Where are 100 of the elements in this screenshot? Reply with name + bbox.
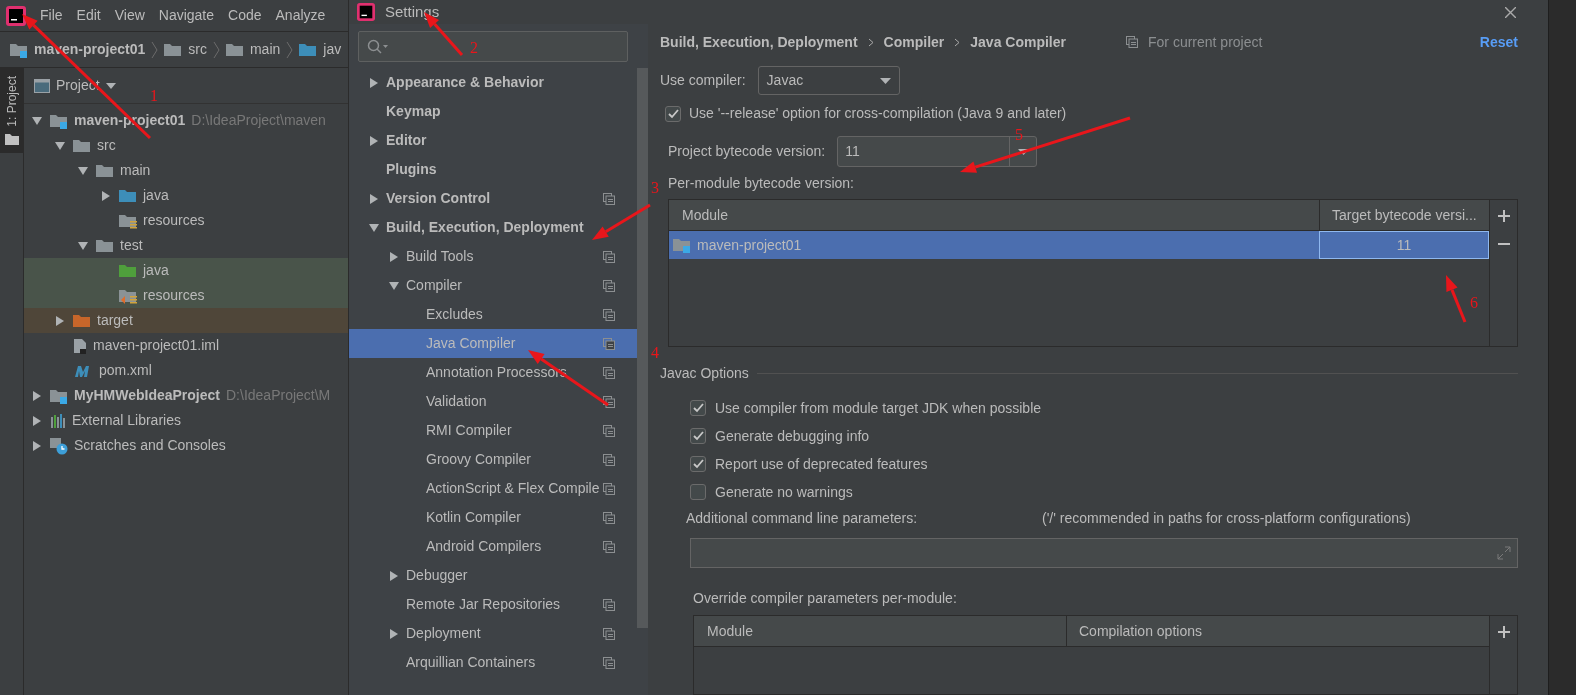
tree-row[interactable]: External Libraries [24,408,348,433]
field-label: Project bytecode version: [668,142,826,161]
tree-row[interactable]: src [24,133,348,158]
reset-link[interactable]: Reset [1479,31,1518,53]
settings-nav-item[interactable]: Build Tools [349,242,637,271]
collapsed-arrow-icon[interactable] [369,193,379,204]
settings-nav-item[interactable]: Excludes [349,300,637,329]
tree-row[interactable]: MyHMWebIdeaProject D:\IdeaProject\M [24,383,348,408]
annotation-arrow [592,203,651,240]
nav-label: Appearance & Behavior [386,73,545,92]
module-folder-icon [50,387,68,404]
settings-nav-item[interactable]: Arquillian Containers [349,648,637,677]
tree-label: main [120,161,151,180]
settings-nav-item[interactable]: Kotlin Compiler [349,503,637,532]
breadcrumb-item[interactable]: main [249,39,281,60]
breadcrumb-item[interactable]: jav [323,39,342,60]
tree-row[interactable]: maven-project01.iml [24,333,348,358]
settings-nav-item[interactable]: Appearance & Behavior [349,68,637,97]
add-icon[interactable] [1497,626,1510,638]
settings-nav-item[interactable]: Groovy Compiler [349,445,637,474]
column-header[interactable]: Target bytecode versi... [1319,200,1489,230]
checkbox[interactable] [665,105,681,122]
expanded-arrow-icon[interactable] [78,165,88,176]
compiler-dropdown[interactable]: Javac [757,66,900,95]
settings-nav-item[interactable]: Version Control [349,184,637,213]
collapsed-arrow-icon[interactable] [369,77,379,88]
tree-label: java [143,186,169,205]
field-label: Additional command line parameters: [686,509,919,528]
expanded-arrow-icon[interactable] [32,115,42,126]
annotation-number: 2 [470,40,478,56]
expanded-arrow-icon[interactable] [55,140,65,151]
menu-item[interactable]: File [40,5,63,26]
file-icon [73,337,87,354]
settings-nav-item[interactable]: Validation [349,387,637,416]
settings-nav-item[interactable]: Remote Jar Repositories [349,590,637,619]
settings-nav-item[interactable]: Build, Execution, Deployment [349,213,637,242]
checkbox[interactable] [690,484,706,500]
tree-row[interactable]: Scratches and Consoles [24,433,348,458]
collapsed-arrow-icon[interactable] [55,315,65,326]
collapsed-arrow-icon[interactable] [32,440,42,451]
close-icon[interactable] [1505,6,1516,18]
collapsed-arrow-icon[interactable] [101,190,111,201]
settings-nav-item[interactable]: Editor [349,126,637,155]
field-label: Use compiler: [660,71,746,90]
app-logo-icon[interactable] [6,5,26,26]
settings-nav-item[interactable]: Android Compilers [349,532,637,561]
chevron-icon [151,40,159,59]
parameters-field[interactable] [690,538,1518,568]
collapsed-arrow-icon[interactable] [389,570,399,581]
collapsed-arrow-icon[interactable] [389,251,399,262]
collapsed-arrow-icon[interactable] [32,415,42,426]
module-folder-icon [50,112,68,129]
expanded-arrow-icon[interactable] [389,280,399,291]
menu-item[interactable]: Analyze [275,5,326,26]
checkbox-label: Report use of deprecated features [715,454,928,474]
column-header[interactable]: Module [669,200,1319,230]
folder-icon [119,187,137,204]
tree-row[interactable]: java [24,258,348,283]
tree-row[interactable]: java [24,183,348,208]
tree-label: test [120,236,143,255]
add-icon[interactable] [1497,210,1510,222]
nav-label: Java Compiler [426,334,517,353]
menu-item[interactable]: Edit [76,5,101,26]
column-header[interactable]: Module [694,616,1067,646]
tool-window-tab[interactable]: 1: Project [0,68,23,153]
breadcrumb-item: Compiler [883,32,945,52]
menu-item[interactable]: Navigate [158,5,215,26]
dropdown-caret-icon[interactable] [105,82,116,89]
expanded-arrow-icon[interactable] [78,240,88,251]
module-folder-icon [10,41,28,58]
settings-nav-item[interactable]: Debugger [349,561,637,590]
tree-row[interactable]: resources [24,208,348,233]
nav-label: Build, Execution, Deployment [386,218,585,237]
settings-nav-item[interactable]: Compiler [349,271,637,300]
menu-item[interactable]: Code [228,5,262,26]
scrollbar[interactable] [637,68,648,628]
search-field[interactable] [358,31,628,62]
column-header[interactable]: Compilation options [1067,616,1489,646]
chevron-icon [286,40,294,59]
checkbox[interactable] [690,400,706,416]
settings-nav-item[interactable]: Keymap [349,97,637,126]
checkbox[interactable] [690,456,706,472]
settings-nav-item[interactable]: RMI Compiler [349,416,637,445]
settings-nav-item[interactable]: Deployment [349,619,637,648]
settings-nav-item[interactable]: ActionScript & Flex Compile [349,474,637,503]
collapsed-arrow-icon[interactable] [369,135,379,146]
tree-row[interactable]: test [24,233,348,258]
tree-row[interactable]: resources [24,283,348,308]
tree-row[interactable]: main [24,158,348,183]
folder-icon [225,41,244,58]
expanded-arrow-icon[interactable] [369,222,379,233]
collapsed-arrow-icon[interactable] [32,390,42,401]
menu-item[interactable]: View [114,5,145,26]
collapsed-arrow-icon[interactable] [389,628,399,639]
settings-nav-item[interactable]: Plugins [349,155,637,184]
breadcrumb-item[interactable]: src [188,39,207,60]
checkbox[interactable] [690,428,706,444]
tree-row[interactable]: pom.xml [24,358,348,383]
tree-row[interactable]: target [24,308,348,333]
check-icon [692,431,704,441]
